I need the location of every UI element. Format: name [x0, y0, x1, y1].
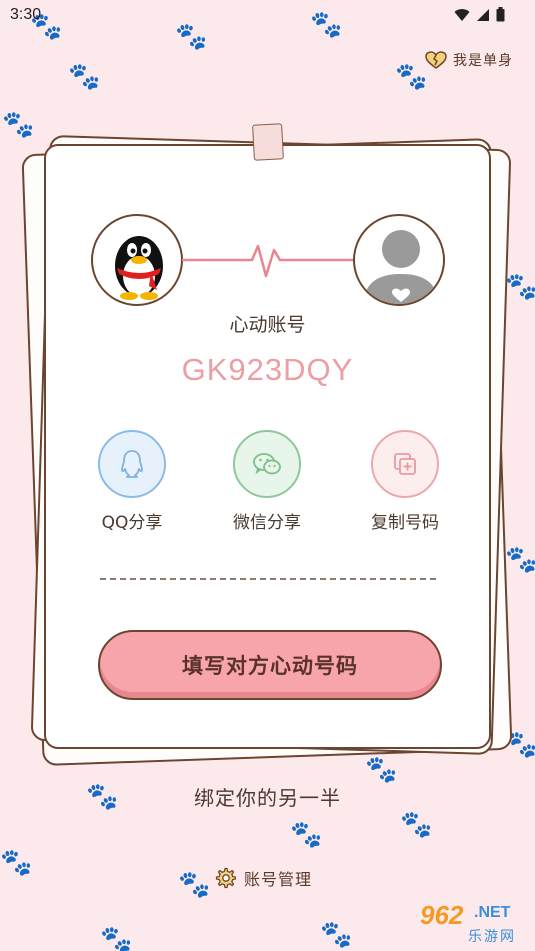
account-management-label: 账号管理: [244, 870, 313, 889]
dashed-divider: [100, 578, 436, 580]
gear-icon: [215, 867, 236, 889]
my-avatar[interactable]: [91, 214, 183, 306]
qq-share-label: QQ分享: [101, 513, 163, 533]
account-code: GK923DQY: [181, 352, 354, 387]
broken-heart-icon: [425, 51, 447, 69]
fill-partner-code-button[interactable]: 填写对方心动号码: [98, 630, 442, 700]
status-time: 3:30: [10, 6, 42, 23]
wechat-share-circle: [233, 430, 301, 498]
watermark-text: 乐游网: [468, 929, 516, 945]
tape-decoration: [252, 123, 284, 161]
status-icons: [454, 7, 505, 22]
account-label: 心动账号: [229, 314, 306, 336]
qq-share-button[interactable]: QQ分享: [72, 430, 192, 533]
battery-icon: [496, 7, 505, 22]
account-management-button[interactable]: 账号管理: [214, 866, 312, 890]
qq-icon: [121, 450, 143, 478]
wechat-share-label: 微信分享: [233, 513, 301, 533]
qq-share-circle: [98, 430, 166, 498]
wechat-share-button[interactable]: 微信分享: [207, 430, 327, 533]
default-person-icon: [363, 230, 439, 304]
single-status-label: 我是单身: [453, 53, 513, 69]
copy-code-button[interactable]: 复制号码: [345, 430, 465, 533]
heartbeat-line: [182, 244, 354, 278]
watermark-suffix: .NET: [474, 904, 511, 921]
single-status-button[interactable]: 我是单身: [425, 50, 513, 70]
bind-partner-text: 绑定你的另一半: [194, 786, 341, 810]
copy-code-label: 复制号码: [371, 513, 439, 533]
watermark-logo: 962 .NET 乐游网: [398, 900, 530, 946]
signal-icon: [477, 8, 489, 21]
wechat-icon: [253, 453, 281, 475]
status-bar: 3:30: [0, 0, 535, 30]
copy-icon: [394, 453, 416, 475]
penguin-icon: [115, 236, 163, 300]
wifi-icon: [454, 8, 470, 21]
copy-code-circle: [371, 430, 439, 498]
watermark-number: 962: [420, 900, 464, 930]
partner-avatar-placeholder[interactable]: [353, 214, 445, 306]
